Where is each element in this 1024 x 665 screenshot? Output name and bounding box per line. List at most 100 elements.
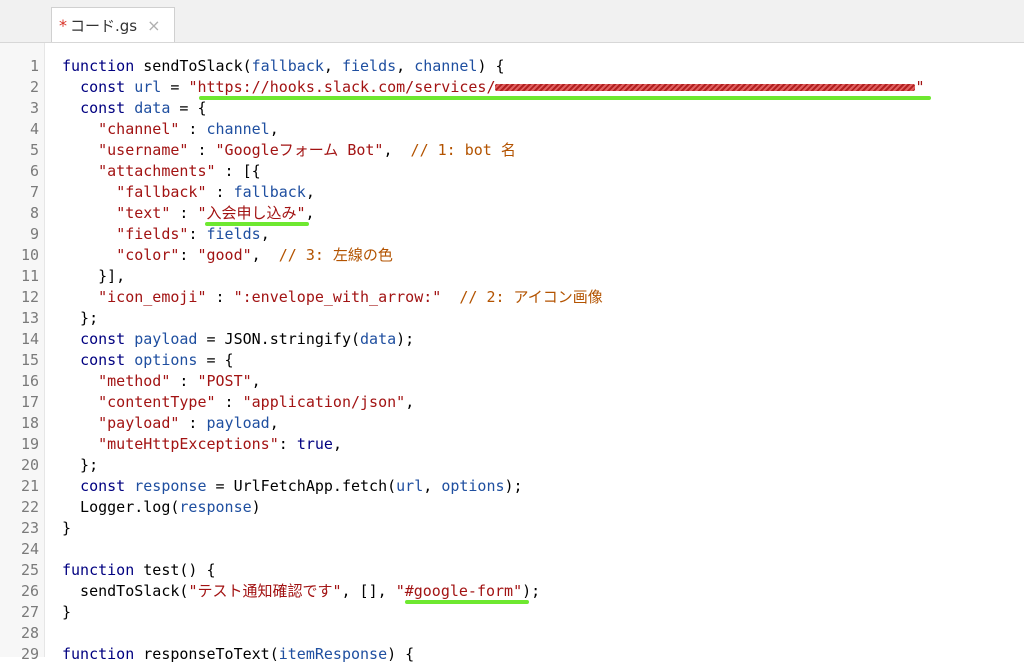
code-text: const payload = JSON.stringify(data); [62,329,414,350]
code-line: 4 "channel" : channel, [0,119,1024,140]
code-token: options [134,351,198,369]
code-token: response [134,477,207,495]
code-token: const [80,78,126,96]
line-number: 6 [29,162,39,180]
code-token: = { [197,351,234,369]
code-token: : [215,393,243,411]
code-line: 27} [0,602,1024,623]
code-line: 9 "fields": fields, [0,224,1024,245]
code-text: }; [62,455,98,476]
code-line: 7 "fallback" : fallback, [0,182,1024,203]
code-token: true [296,435,333,453]
code-text: "attachments" : [{ [62,161,261,182]
code-token: = UrlFetchApp.fetch( [206,477,397,495]
code-token: fields [341,57,397,75]
code-text: }], [62,266,125,287]
code-line: 29 function responseToText(itemResponse) … [0,644,1024,665]
highlight-channel [405,600,529,604]
line-number: 17 [20,393,39,411]
code-text: function responseToText(itemResponse) { [62,644,414,665]
code-token: , [269,120,279,138]
line-number: 5 [29,141,39,159]
code-token: Logger.log( [62,498,180,516]
code-token: "Googleフォーム Bot" [215,141,384,159]
code-line: 2 const url = "https://hooks.slack.com/s… [0,77,1024,98]
code-token: "payload" [98,414,180,432]
code-token: : [278,435,297,453]
code-token: fallback [251,57,324,75]
code-text: "fallback" : fallback, [62,182,315,203]
code-token: : [188,225,207,243]
line-number: 29 [20,645,39,663]
line-number: 3 [29,99,39,117]
line-number: 12 [20,288,39,306]
code-token: }], [62,267,126,285]
line-number: 11 [20,267,39,285]
code-token: "fields" [116,225,189,243]
code-editor[interactable]: 1 function sendToSlack(fallback, fields, … [0,43,1024,663]
code-token: data [134,99,171,117]
code-line: 18 "payload" : payload, [0,413,1024,434]
code-token: "method" [98,372,171,390]
code-token: "#google-form" [395,582,523,600]
code-token: = [161,78,189,96]
line-number: 25 [20,561,39,579]
code-token: itemResponse [278,645,388,663]
close-icon[interactable]: × [147,16,160,35]
code-token: const [80,330,126,348]
code-token: "POST" [197,372,252,390]
tab-code-gs[interactable]: * コード.gs × [51,7,175,42]
code-line: 13 }; [0,308,1024,329]
code-token: , [260,225,270,243]
code-line: 20 }; [0,455,1024,476]
code-token: function [62,561,135,579]
code-token: ) { [387,645,415,663]
code-text: Logger.log(response) [62,497,261,518]
code-token: : [206,183,234,201]
code-token: sendToSlack( [134,57,252,75]
code-text: "contentType" : "application/json", [62,392,414,413]
code-token: "muteHttpExceptions" [98,435,279,453]
code-line: 23} [0,518,1024,539]
code-token: = { [170,99,207,117]
code-token: , [323,57,342,75]
line-number: 1 [29,57,39,75]
code-token: , [383,141,411,159]
code-token: function [62,645,135,663]
line-number: 21 [20,477,39,495]
code-line: 8 "text" : "入会申し込み", [0,203,1024,224]
code-token: channel [206,120,270,138]
code-token: "fallback" [116,183,207,201]
line-number: 15 [20,351,39,369]
code-line: 5 "username" : "Googleフォーム Bot", // 1: b… [0,140,1024,161]
line-number: 26 [20,582,39,600]
line-number: 4 [29,120,39,138]
code-token: ); [504,477,523,495]
code-text: "channel" : channel, [62,119,279,140]
line-number: 16 [20,372,39,390]
code-text: function sendToSlack(fallback, fields, c… [62,56,505,77]
code-token: "contentType" [98,393,216,411]
code-token: "テスト通知確認です" [188,582,342,600]
code-token: "入会申し込み" [197,204,306,222]
code-token: "application/json" [242,393,406,411]
code-text: sendToSlack("テスト通知確認です", [], "#google-fo… [62,581,540,602]
code-token: }; [62,309,99,327]
code-token: fallback [233,183,306,201]
code-token: function [62,57,135,75]
code-token: // 1: bot 名 [410,141,516,159]
code-token: : [179,414,207,432]
code-token: "text" [116,204,171,222]
code-text: "method" : "POST", [62,371,261,392]
highlight-url [199,96,931,100]
code-text: "icon_emoji" : ":envelope_with_arrow:" /… [62,287,603,308]
code-text: } [62,518,71,539]
line-number: 7 [29,183,39,201]
line-number: 18 [20,414,39,432]
